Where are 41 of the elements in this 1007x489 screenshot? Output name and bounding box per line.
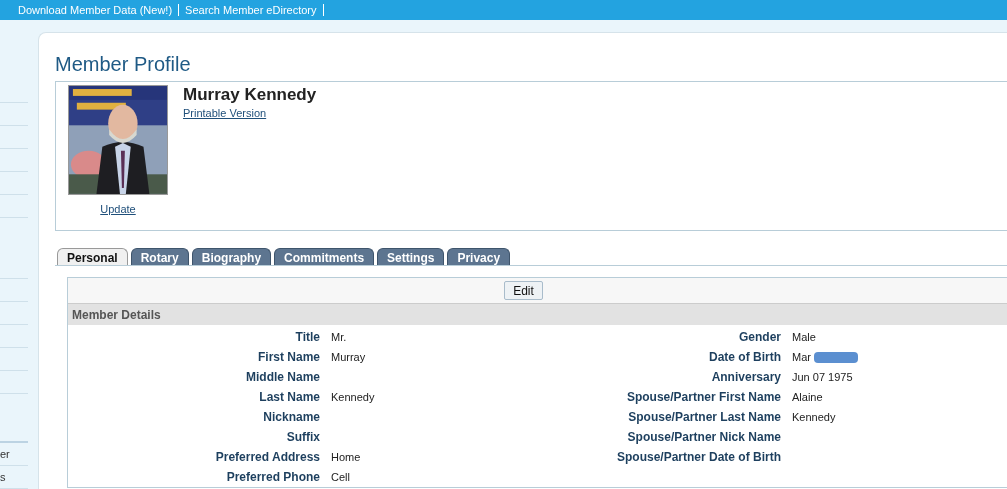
- nav-link[interactable]: Search Member eDirectory: [181, 1, 321, 19]
- field-value: Mar: [792, 349, 811, 365]
- field-label: Preferred Phone: [225, 469, 320, 486]
- field-value: Cell: [331, 469, 350, 485]
- field-value: Kennedy: [331, 389, 375, 405]
- field-value: Home: [331, 449, 361, 465]
- field-value: Alaine: [792, 389, 823, 405]
- field-label: Anniversary: [710, 369, 781, 386]
- field-label: Suffix: [285, 429, 320, 446]
- field-label: Preferred Address: [214, 449, 320, 466]
- sidebar-item[interactable]: er: [0, 445, 10, 463]
- tab[interactable]: Biography: [191, 248, 272, 265]
- field-value: Male: [792, 329, 816, 345]
- field-label: First Name: [256, 349, 320, 366]
- printable-version-link[interactable]: Printable Version: [183, 105, 267, 122]
- field-value: Kennedy: [792, 409, 836, 425]
- tab[interactable]: Personal: [57, 248, 128, 265]
- field-label: Spouse/Partner Date of Birth: [615, 449, 781, 466]
- section-header: Member Details: [68, 303, 1007, 325]
- page-title: Member Profile: [55, 52, 192, 77]
- field-label: Spouse/Partner Last Name: [627, 409, 781, 426]
- tab[interactable]: Rotary: [130, 248, 189, 265]
- field-value: Jun 07 1975: [792, 369, 853, 385]
- tab[interactable]: Settings: [377, 248, 445, 265]
- field-value: Mr.: [331, 329, 347, 345]
- field-label: Spouse/Partner First Name: [625, 389, 781, 406]
- tab[interactable]: Commitments: [274, 248, 375, 265]
- nav-link[interactable]: Download Member Data (New!): [14, 1, 177, 19]
- update-link[interactable]: Update: [100, 201, 136, 218]
- field-label: Last Name: [258, 389, 320, 406]
- tab[interactable]: Privacy: [447, 248, 511, 265]
- field-label: Middle Name: [245, 369, 320, 386]
- edit-button[interactable]: Edit: [504, 281, 543, 300]
- field-value: Murray: [331, 349, 366, 365]
- field-label: Date of Birth: [708, 349, 781, 366]
- field-label: Gender: [738, 329, 781, 346]
- field-label: Spouse/Partner Nick Name: [626, 429, 781, 446]
- member-name: Murray Kennedy: [183, 85, 317, 105]
- field-label: Title: [294, 329, 320, 346]
- sidebar-item[interactable]: s: [0, 468, 6, 486]
- field-label: Nickname: [262, 409, 320, 426]
